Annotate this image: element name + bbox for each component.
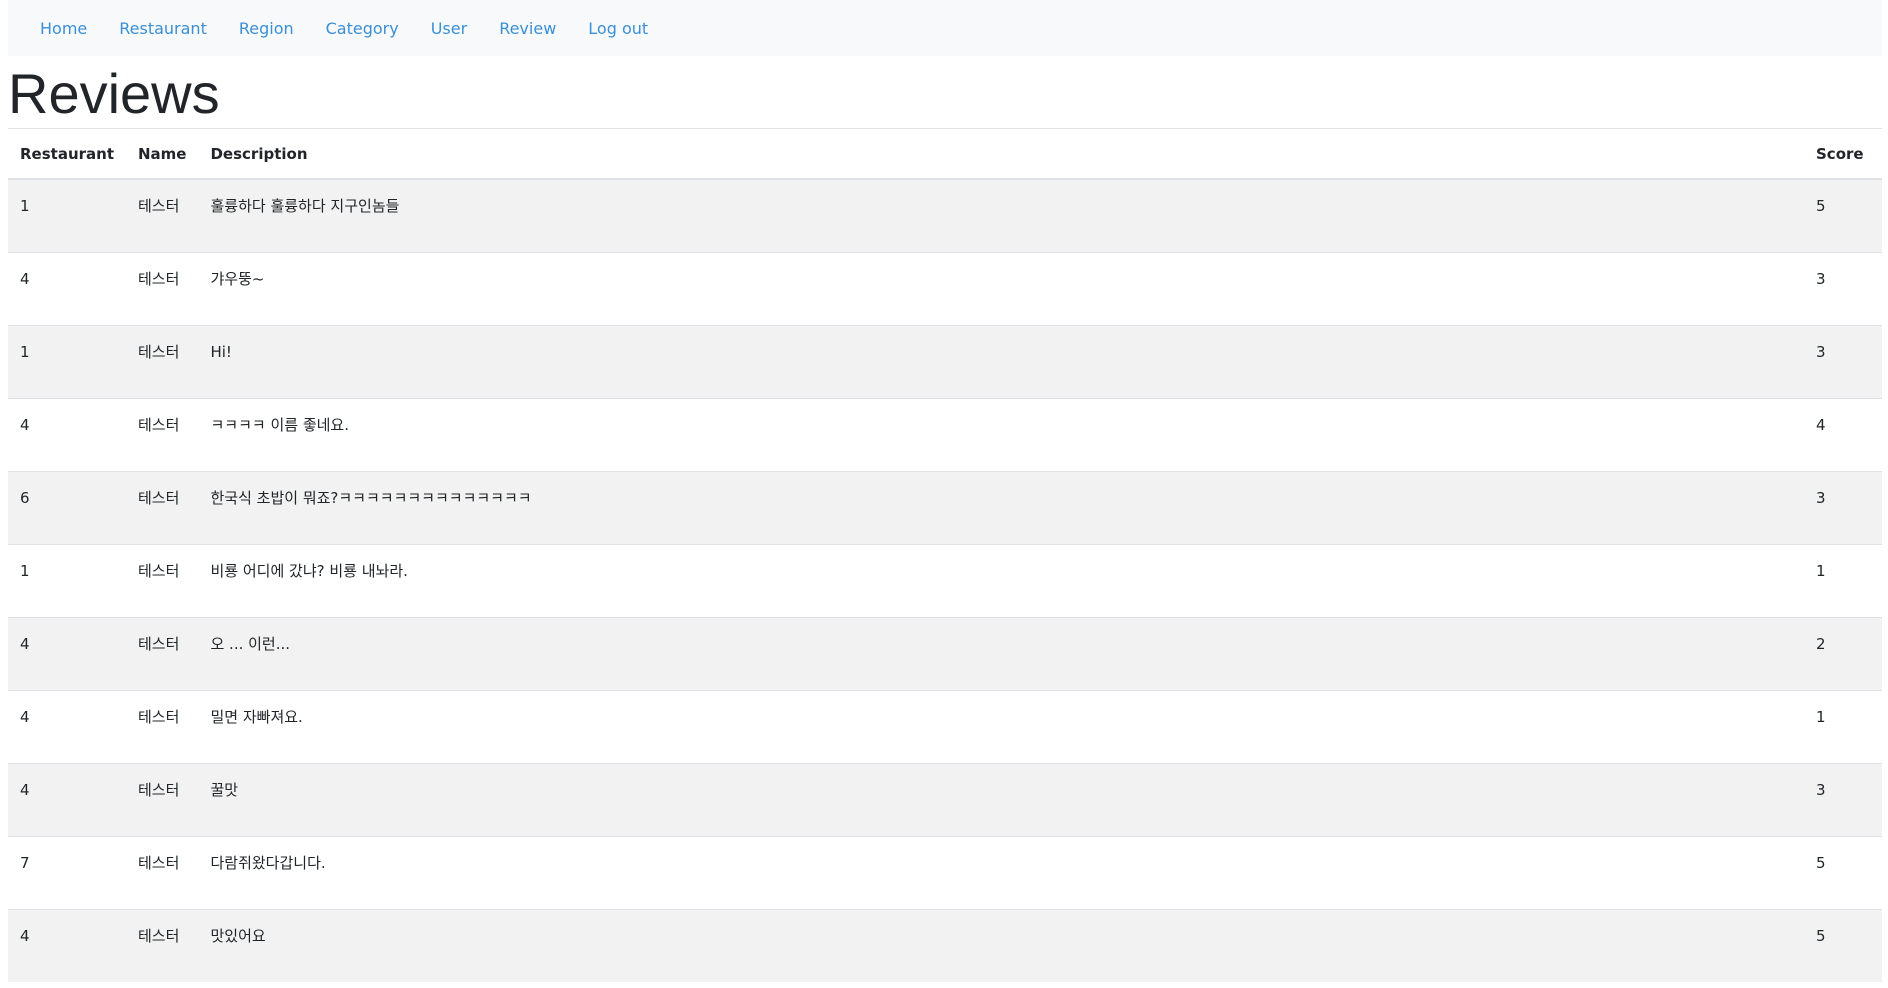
table-row: 4 테스터 갸우뚱~ 3 <box>8 251 1882 325</box>
cell-description: 훌륭하다 훌륭하다 지구인놈들 <box>198 178 1804 252</box>
cell-restaurant: 4 <box>8 689 126 763</box>
cell-restaurant: 4 <box>8 251 126 325</box>
cell-name: 테스터 <box>126 251 199 325</box>
reviews-table: Restaurant Name Description Score 1 테스터 … <box>8 128 1882 982</box>
cell-description: 밀면 자빠져요. <box>198 689 1804 763</box>
nav-link-user[interactable]: User <box>431 19 467 38</box>
navbar: Home Restaurant Region Category User Rev… <box>8 0 1882 56</box>
table-header-row: Restaurant Name Description Score <box>8 128 1882 180</box>
cell-name: 테스터 <box>126 178 199 252</box>
page-container: Home Restaurant Region Category User Rev… <box>8 0 1882 982</box>
cell-name: 테스터 <box>126 762 199 836</box>
cell-description: 한국식 초밥이 뭐죠?ㅋㅋㅋㅋㅋㅋㅋㅋㅋㅋㅋㅋㅋㅋ <box>198 470 1804 544</box>
page-title: Reviews <box>8 62 220 125</box>
cell-name: 테스터 <box>126 543 199 617</box>
cell-restaurant: 6 <box>8 470 126 544</box>
cell-restaurant: 4 <box>8 616 126 690</box>
table-row: 4 테스터 꿀맛 3 <box>8 762 1882 836</box>
cell-name: 테스터 <box>126 689 199 763</box>
column-header-score: Score <box>1804 128 1882 180</box>
nav-link-region[interactable]: Region <box>239 19 294 38</box>
cell-score: 1 <box>1804 689 1882 763</box>
cell-description: 맛있어요 <box>198 908 1804 982</box>
cell-name: 테스터 <box>126 835 199 909</box>
cell-restaurant: 4 <box>8 762 126 836</box>
cell-score: 3 <box>1804 762 1882 836</box>
cell-name: 테스터 <box>126 324 199 398</box>
cell-restaurant: 4 <box>8 908 126 982</box>
table-header: Restaurant Name Description Score <box>8 128 1882 180</box>
nav-link-category[interactable]: Category <box>326 19 399 38</box>
cell-restaurant: 4 <box>8 397 126 471</box>
cell-restaurant: 1 <box>8 178 126 252</box>
cell-restaurant: 1 <box>8 324 126 398</box>
table-row: 4 테스터 밀면 자빠져요. 1 <box>8 689 1882 763</box>
cell-restaurant: 7 <box>8 835 126 909</box>
table-row: 7 테스터 다람쥐왔다갑니다. 5 <box>8 835 1882 909</box>
table-row: 1 테스터 비룡 어디에 갔냐? 비룡 내놔라. 1 <box>8 543 1882 617</box>
column-header-restaurant: Restaurant <box>8 128 126 180</box>
cell-name: 테스터 <box>126 397 199 471</box>
cell-description: 오 ... 이런... <box>198 616 1804 690</box>
cell-restaurant: 1 <box>8 543 126 617</box>
column-header-name: Name <box>126 128 199 180</box>
cell-description: 비룡 어디에 갔냐? 비룡 내놔라. <box>198 543 1804 617</box>
cell-description: 갸우뚱~ <box>198 251 1804 325</box>
cell-score: 2 <box>1804 616 1882 690</box>
cell-score: 3 <box>1804 324 1882 398</box>
nav-link-restaurant[interactable]: Restaurant <box>119 19 207 38</box>
cell-score: 5 <box>1804 178 1882 252</box>
cell-description: Hi! <box>198 324 1804 398</box>
cell-score: 3 <box>1804 251 1882 325</box>
table-row: 1 테스터 훌륭하다 훌륭하다 지구인놈들 5 <box>8 178 1882 252</box>
cell-description: ㅋㅋㅋㅋ 이름 좋네요. <box>198 397 1804 471</box>
nav-link-logout[interactable]: Log out <box>588 19 648 38</box>
table-row: 4 테스터 오 ... 이런... 2 <box>8 616 1882 690</box>
nav-link-review[interactable]: Review <box>499 19 556 38</box>
cell-name: 테스터 <box>126 616 199 690</box>
cell-name: 테스터 <box>126 470 199 544</box>
cell-description: 다람쥐왔다갑니다. <box>198 835 1804 909</box>
cell-score: 1 <box>1804 543 1882 617</box>
nav-link-home[interactable]: Home <box>40 19 87 38</box>
table-row: 6 테스터 한국식 초밥이 뭐죠?ㅋㅋㅋㅋㅋㅋㅋㅋㅋㅋㅋㅋㅋㅋ 3 <box>8 470 1882 544</box>
column-header-description: Description <box>198 128 1804 180</box>
table-body: 1 테스터 훌륭하다 훌륭하다 지구인놈들 5 4 테스터 갸우뚱~ 3 1 테… <box>8 178 1882 982</box>
cell-score: 5 <box>1804 908 1882 982</box>
cell-score: 4 <box>1804 397 1882 471</box>
cell-description: 꿀맛 <box>198 762 1804 836</box>
table-row: 4 테스터 맛있어요 5 <box>8 908 1882 982</box>
table-row: 4 테스터 ㅋㅋㅋㅋ 이름 좋네요. 4 <box>8 397 1882 471</box>
cell-score: 5 <box>1804 835 1882 909</box>
cell-name: 테스터 <box>126 908 199 982</box>
table-row: 1 테스터 Hi! 3 <box>8 324 1882 398</box>
cell-score: 3 <box>1804 470 1882 544</box>
